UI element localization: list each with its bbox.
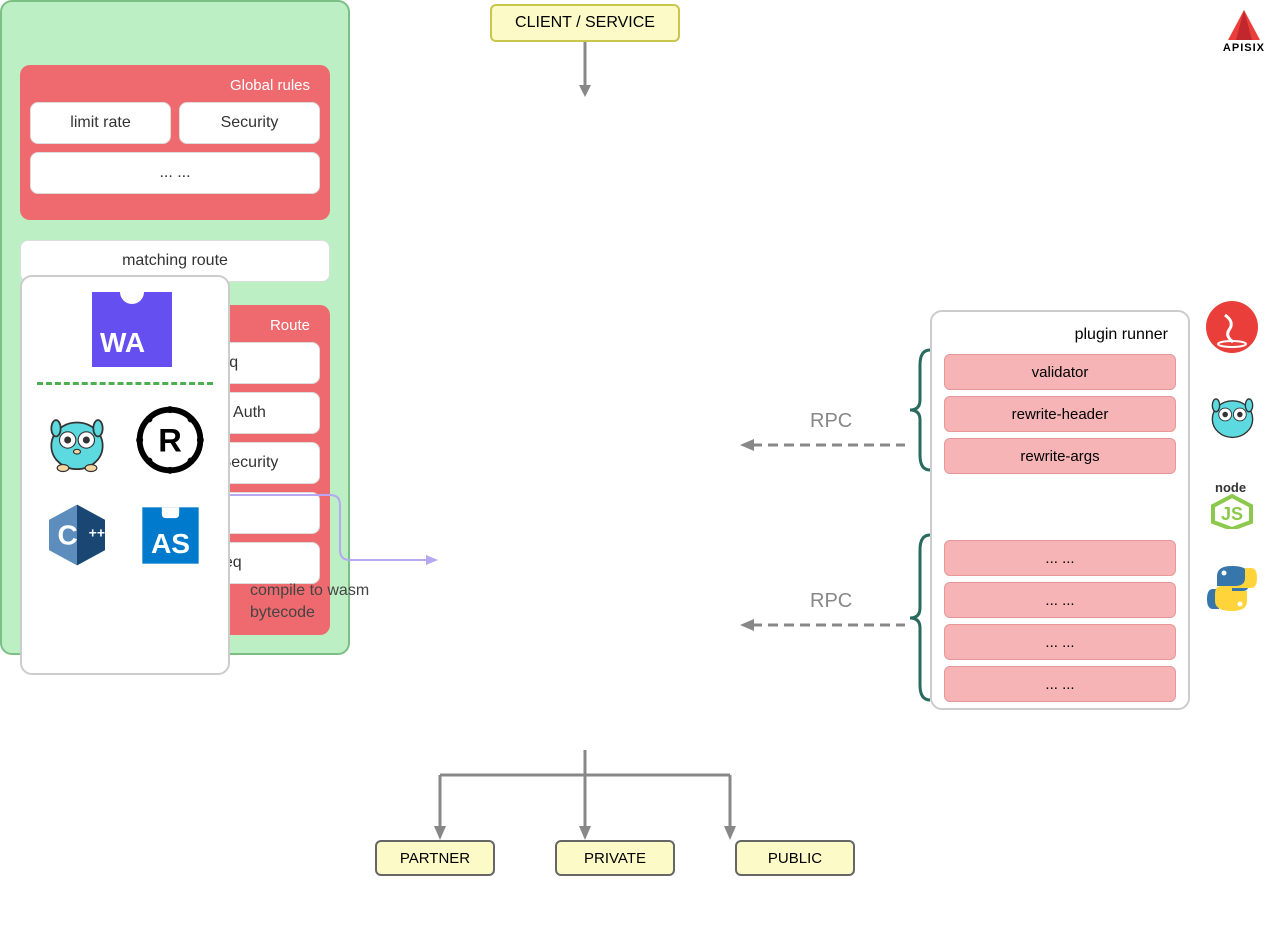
compile-label: compile to wasm bytecode	[250, 580, 370, 625]
runner-rewrite-args: rewrite-args	[944, 438, 1176, 474]
apisix-logo: APISIX	[1223, 10, 1265, 54]
client-service-label: CLIENT / SERVICE	[515, 14, 655, 32]
runner-rewrite-header: rewrite-header	[944, 396, 1176, 432]
arrows-to-upstreams	[415, 750, 755, 842]
rpc-arrow-top	[740, 435, 915, 455]
nodejs-icon: node JS	[1205, 474, 1260, 529]
cpp-icon: C ++	[42, 500, 112, 570]
svg-text:JS: JS	[1221, 504, 1243, 524]
svg-text:++: ++	[89, 524, 105, 540]
arrow-client-to-apisix	[575, 42, 595, 97]
svg-text:R: R	[158, 422, 182, 459]
global-rule-security: Security	[179, 102, 320, 144]
wasm-panel: WA	[20, 275, 230, 675]
rpc-arrow-bottom	[740, 615, 915, 635]
dashed-divider	[37, 382, 213, 385]
python-icon	[1205, 561, 1260, 616]
client-service-box: CLIENT / SERVICE	[490, 4, 680, 42]
plugin-runner-title: plugin runner	[944, 324, 1176, 354]
global-rules-title: Global rules	[30, 75, 320, 102]
runner-more-4: ... ...	[944, 666, 1176, 702]
runner-more-1: ... ...	[944, 540, 1176, 576]
apisix-logo-icon	[1224, 10, 1264, 42]
upstream-public: PUBLIC	[735, 840, 855, 876]
apisix-brand-text: APISIX	[1223, 42, 1265, 54]
upstream-partner: PARTNER	[375, 840, 495, 876]
go-icon	[42, 405, 112, 475]
go-runtime-icon	[1205, 387, 1260, 442]
webassembly-icon: WA	[92, 292, 172, 367]
runtime-icons: node JS	[1205, 300, 1260, 616]
runner-more-3: ... ...	[944, 624, 1176, 660]
rpc-label-bottom: RPC	[810, 590, 852, 613]
plugin-runner-panel: plugin runner validator rewrite-header r…	[930, 310, 1190, 710]
svg-text:C: C	[58, 519, 78, 550]
upstreams-row: PARTNER PRIVATE PUBLIC	[375, 840, 855, 876]
runner-more-2: ... ...	[944, 582, 1176, 618]
global-rules-section: Global rules limit rate Security ... ...	[20, 65, 330, 220]
assemblyscript-icon: AS	[135, 500, 205, 570]
svg-text:node: node	[1215, 480, 1246, 495]
java-icon	[1205, 300, 1260, 355]
rpc-label-top: RPC	[810, 410, 852, 433]
global-rule-limit-rate: limit rate	[30, 102, 171, 144]
svg-text:AS: AS	[150, 527, 189, 558]
rust-icon: R	[135, 405, 205, 475]
runner-validator: validator	[944, 354, 1176, 390]
global-rule-more: ... ...	[30, 152, 320, 194]
upstream-private: PRIVATE	[555, 840, 675, 876]
